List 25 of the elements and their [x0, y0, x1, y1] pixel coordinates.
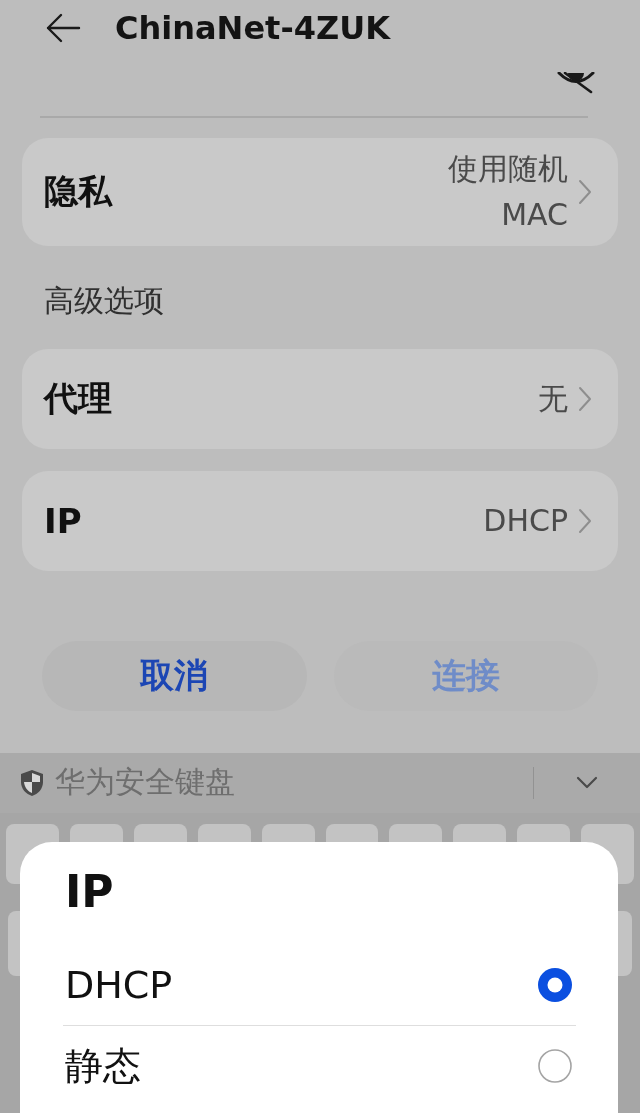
setting-label: IP — [44, 500, 83, 541]
setting-value: 无 — [538, 379, 568, 418]
setting-label: 隐私 — [44, 169, 114, 213]
section-title: 高级选项 — [44, 281, 164, 320]
setting-label: 代理 — [44, 376, 113, 420]
keyboard-title: 华为安全键盘 — [55, 763, 236, 801]
option-label: DHCP — [65, 963, 174, 1007]
option-label: 静态 — [65, 1042, 142, 1090]
page-title: ChinaNet-4ZUK — [115, 8, 390, 48]
setting-row[interactable]: 隐私 使用随机 MAC — [22, 137, 618, 246]
eye-slash-icon[interactable] — [557, 72, 595, 94]
back-arrow-icon[interactable] — [45, 12, 81, 44]
chevron-right-icon — [578, 385, 592, 412]
sheet-title: IP — [65, 865, 114, 919]
setting-value: 使用随机 MAC — [447, 149, 568, 234]
chevron-right-icon — [578, 507, 592, 534]
dialog-button[interactable]: 取消 — [42, 640, 307, 711]
setting-row[interactable]: IP DHCP — [22, 470, 618, 571]
chevron-right-icon — [578, 178, 592, 205]
radio-button[interactable] — [538, 1049, 572, 1083]
chevron-down-icon[interactable] — [576, 775, 598, 790]
setting-value: DHCP — [483, 501, 568, 540]
shield-icon — [20, 768, 44, 797]
radio-button[interactable] — [538, 968, 572, 1002]
setting-row[interactable]: 代理 无 — [22, 348, 618, 449]
